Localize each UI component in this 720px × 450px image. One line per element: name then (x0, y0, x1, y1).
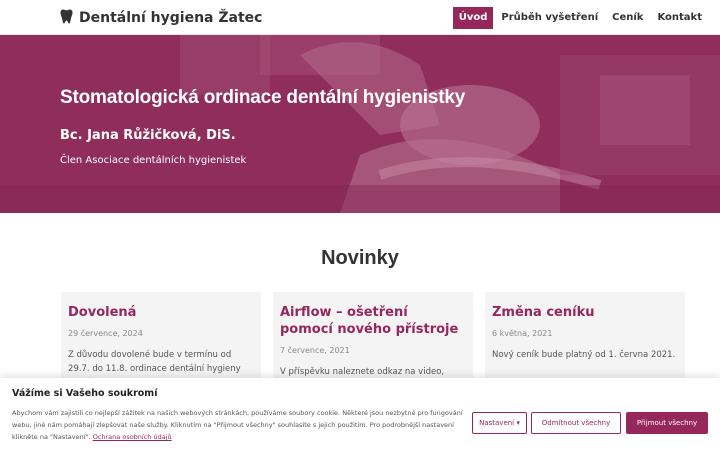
nav-item-prubeh-vysetreni[interactable]: Průběh vyšetření (495, 7, 604, 29)
cookie-consent-bar: Vážíme si Vašeho soukromí Abychom vám za… (0, 378, 720, 450)
news-card-date: 7 července, 2021 (280, 346, 350, 355)
news-card-title[interactable]: Dovolená (68, 304, 253, 321)
hygienist-name: Bc. Jana Růžičková, DiS. (60, 128, 236, 143)
nav-item-cenik[interactable]: Ceník (606, 7, 649, 29)
site-logo-link[interactable]: Dentální hygiena Žatec (60, 8, 262, 28)
cookie-text: Abychom vám zajistili co nejlepší zážite… (12, 407, 464, 443)
accept-all-button[interactable]: Přijmout všechny (626, 412, 708, 434)
dental-chair-background-image (0, 35, 720, 213)
nav-item-uvod[interactable]: Úvod (452, 7, 494, 29)
main-nav: Úvod Průběh vyšetření Ceník Kontakt (452, 7, 708, 29)
site-title: Dentální hygiena Žatec (79, 10, 263, 26)
site-header: Dentální hygiena Žatec Úvod Průběh vyšet… (0, 0, 720, 35)
tooth-icon (60, 9, 73, 28)
news-section-title: Novinky (321, 247, 399, 269)
cookie-title: Vážíme si Vašeho soukromí (12, 388, 158, 399)
cookie-settings-button[interactable]: Nastavení ▾ (472, 412, 527, 434)
news-card-title[interactable]: Změna ceníku (492, 304, 677, 321)
news-card-title[interactable]: Airflow – ošetření pomocí nového přístro… (280, 304, 465, 338)
hero-subtitle: Člen Asociace dentálních hygienistek (60, 155, 247, 166)
news-card-date: 6 května, 2021 (492, 329, 553, 338)
reject-all-button[interactable]: Odmítnout všechny (531, 412, 621, 434)
nav-item-kontakt[interactable]: Kontakt (651, 7, 708, 29)
cookie-settings-label: Nastavení (479, 419, 515, 427)
news-card-excerpt: Nový ceník bude platný od 1. června 2021… (492, 350, 676, 360)
news-card-date: 29 července, 2024 (68, 329, 143, 338)
caret-down-icon: ▾ (516, 419, 520, 427)
hero-banner: Stomatologická ordinace dentální hygieni… (0, 35, 720, 213)
cookie-description: Abychom vám zajistili co nejlepší zážite… (12, 409, 463, 441)
hero-title: Stomatologická ordinace dentální hygieni… (60, 87, 466, 108)
privacy-policy-link[interactable]: Ochrana osobních údajů (93, 433, 172, 441)
